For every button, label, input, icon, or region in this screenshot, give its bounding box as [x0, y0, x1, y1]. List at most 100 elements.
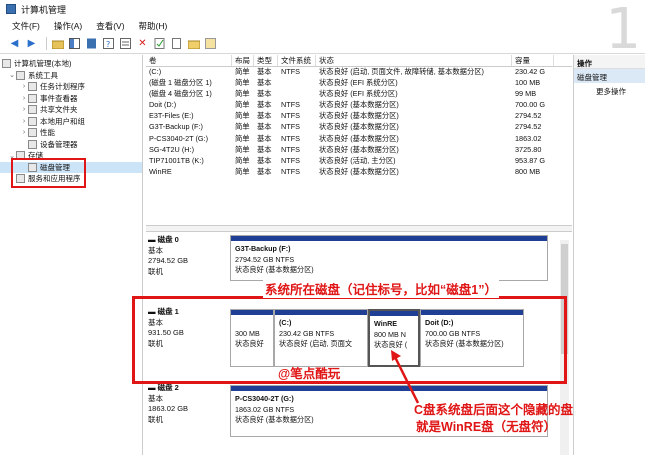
- event-viewer-icon: [28, 93, 37, 103]
- actions-disk-management[interactable]: 磁盘管理: [574, 69, 645, 83]
- tree-device-manager[interactable]: 设备管理器: [0, 139, 142, 151]
- cell-volume: (磁盘 4 磁盘分区 1): [149, 89, 212, 99]
- folder-up-icon[interactable]: [51, 37, 64, 50]
- menu-view[interactable]: 查看(V): [96, 20, 124, 32]
- back-icon[interactable]: ◀: [8, 37, 21, 50]
- annotation-winre-line1: C盘系统盘后面这个隐藏的盘: [414, 403, 574, 417]
- window-title: 计算机管理: [21, 4, 67, 15]
- cell-filesystem: NTFS: [281, 111, 301, 121]
- annotation-arrow-icon: [391, 350, 420, 404]
- column-filesystem[interactable]: 文件系统: [278, 55, 316, 66]
- column-status[interactable]: 状态: [316, 55, 512, 66]
- tree-local-users[interactable]: › 本地用户和组: [0, 116, 142, 128]
- annotation-author: @笔点酷玩: [278, 367, 341, 381]
- table-row[interactable]: (磁盘 1 磁盘分区 1) 简单 基本 状态良好 (EFI 系统分区) 100 MB: [146, 78, 572, 89]
- column-volume[interactable]: 卷: [146, 55, 232, 66]
- cell-filesystem: NTFS: [281, 133, 301, 143]
- cell-volume: WinRE: [149, 166, 172, 176]
- collapse-toggle-icon[interactable]: ›: [20, 129, 28, 136]
- cell-status: 状态良好 (基本数据分区): [319, 111, 399, 121]
- menu-file[interactable]: 文件(F): [12, 20, 40, 32]
- collapse-toggle-icon[interactable]: ›: [20, 83, 28, 90]
- cell-filesystem: NTFS: [281, 122, 301, 132]
- forward-icon[interactable]: ▶: [25, 37, 38, 50]
- cell-type: 基本: [257, 155, 272, 165]
- tree-performance[interactable]: › 性能: [0, 127, 142, 139]
- tree-event-viewer[interactable]: › 事件查看器: [0, 93, 142, 105]
- cell-layout: 简单: [235, 111, 250, 121]
- table-row[interactable]: Doit (D:) 简单 基本 NTFS 状态良好 (基本数据分区) 700.00 G: [146, 100, 572, 111]
- tree-performance-label: 性能: [40, 128, 55, 138]
- cell-type: 基本: [257, 133, 272, 143]
- cell-capacity: 99 MB: [515, 89, 537, 99]
- cell-volume: E3T-Files (E:): [149, 111, 194, 121]
- expand-toggle-icon[interactable]: ⌄: [8, 71, 16, 79]
- collapse-toggle-icon[interactable]: ›: [20, 106, 28, 113]
- cell-type: 基本: [257, 111, 272, 121]
- show-hide-tree-icon[interactable]: [68, 37, 81, 50]
- table-row[interactable]: WinRE 简单 基本 NTFS 状态良好 (基本数据分区) 800 MB: [146, 167, 572, 178]
- table-row[interactable]: (C:) 简单 基本 NTFS 状态良好 (启动, 页面文件, 故障转储, 基本数据分区…: [146, 67, 572, 78]
- more-actions-link[interactable]: 更多操作: [574, 83, 645, 97]
- column-layout[interactable]: 布局: [232, 55, 254, 66]
- cell-status: 状态良好 (启动, 页面文件, 故障转储, 基本数据分区): [319, 67, 484, 76]
- actions-header: 操作: [574, 55, 645, 69]
- storage-highlight-box: [11, 158, 86, 188]
- cell-layout: 简单: [235, 67, 250, 76]
- table-row[interactable]: (磁盘 4 磁盘分区 1) 简单 基本 状态良好 (EFI 系统分区) 99 MB: [146, 89, 572, 100]
- column-capacity[interactable]: 容量: [512, 55, 554, 66]
- new-document-icon[interactable]: [170, 37, 183, 50]
- collapse-toggle-icon[interactable]: ›: [20, 118, 28, 125]
- table-row[interactable]: G3T-Backup (F:) 简单 基本 NTFS 状态良好 (基本数据分区) 2794…: [146, 122, 572, 133]
- cell-filesystem: [278, 89, 316, 100]
- cell-volume: P-CS3040-2T (G:): [149, 133, 209, 143]
- device-manager-icon: [28, 139, 37, 149]
- tree-system-tools[interactable]: ⌄ 系统工具: [0, 70, 142, 82]
- shared-folder-icon: [28, 105, 37, 115]
- disk-0-name-row: ▬ 磁盘 0: [148, 235, 228, 246]
- pane-splitter[interactable]: [146, 225, 572, 232]
- cell-layout: 简单: [235, 100, 250, 110]
- tree-task-scheduler[interactable]: › 任务计划程序: [0, 81, 142, 93]
- cell-type: 基本: [257, 100, 272, 110]
- tree-task-scheduler-label: 任务计划程序: [40, 82, 85, 92]
- cell-capacity: 800 MB: [515, 166, 541, 176]
- disk-0-info[interactable]: ▬ 磁盘 0 基本 2794.52 GB 联机: [148, 235, 228, 277]
- table-row[interactable]: E3T-Files (E:) 简单 基本 NTFS 状态良好 (基本数据分区) 2794.…: [146, 111, 572, 122]
- cell-capacity: 100 MB: [515, 78, 541, 88]
- table-row[interactable]: TIP71001TB (K:) 简单 基本 NTFS 状态良好 (活动, 主分区) 953…: [146, 156, 572, 167]
- tree-root-label: 计算机管理(本地): [14, 59, 72, 69]
- collapse-toggle-icon[interactable]: ›: [20, 95, 28, 102]
- cell-status: 状态良好 (基本数据分区): [319, 133, 399, 143]
- help-icon[interactable]: ?: [102, 37, 115, 50]
- disk-0: ▬ 磁盘 0 基本 2794.52 GB 联机 G3T-Backup (F:) …: [146, 235, 562, 285]
- disk-2-info[interactable]: ▬ 磁盘 2 基本 1863.02 GB 联机: [148, 383, 228, 425]
- menu-action[interactable]: 操作(A): [54, 20, 82, 32]
- tree-device-manager-label: 设备管理器: [40, 139, 78, 149]
- tree-root[interactable]: 计算机管理(本地): [0, 58, 142, 70]
- computer-icon: [2, 59, 11, 69]
- column-type[interactable]: 类型: [254, 55, 278, 66]
- disk-0-partition[interactable]: G3T-Backup (F:) 2794.52 GB NTFS 状态良好 (基本…: [230, 235, 548, 281]
- partition-detail: 2794.52 GB NTFS: [235, 254, 295, 264]
- cell-capacity: 230.42 G: [515, 67, 546, 76]
- cell-layout: 简单: [235, 122, 250, 132]
- tree-shared-folders[interactable]: › 共享文件夹: [0, 104, 142, 116]
- disk-2-name: 磁盘 2: [157, 383, 179, 392]
- cell-filesystem: [278, 78, 316, 89]
- delete-icon[interactable]: ✕: [136, 37, 149, 50]
- volume-table-header: 卷 布局 类型 文件系统 状态 容量: [146, 55, 572, 67]
- table-row[interactable]: SG-4T2U (H:) 简单 基本 NTFS 状态良好 (基本数据分区) 3725.80: [146, 145, 572, 156]
- menu-help[interactable]: 帮助(H): [139, 20, 168, 32]
- cell-capacity: 2794.52: [515, 122, 542, 132]
- tree-system-tools-label: 系统工具: [28, 70, 58, 80]
- list-view-icon[interactable]: [119, 37, 132, 50]
- properties-icon[interactable]: [85, 37, 98, 50]
- clock-icon: [28, 82, 37, 92]
- check-disk-icon[interactable]: [153, 37, 166, 50]
- settings-icon[interactable]: [204, 37, 217, 50]
- table-row[interactable]: P-CS3040-2T (G:) 简单 基本 NTFS 状态良好 (基本数据分区) 186…: [146, 134, 572, 145]
- tree-shared-folders-label: 共享文件夹: [40, 105, 78, 115]
- open-folder-icon[interactable]: [187, 37, 200, 50]
- cell-capacity: 700.00 G: [515, 100, 546, 110]
